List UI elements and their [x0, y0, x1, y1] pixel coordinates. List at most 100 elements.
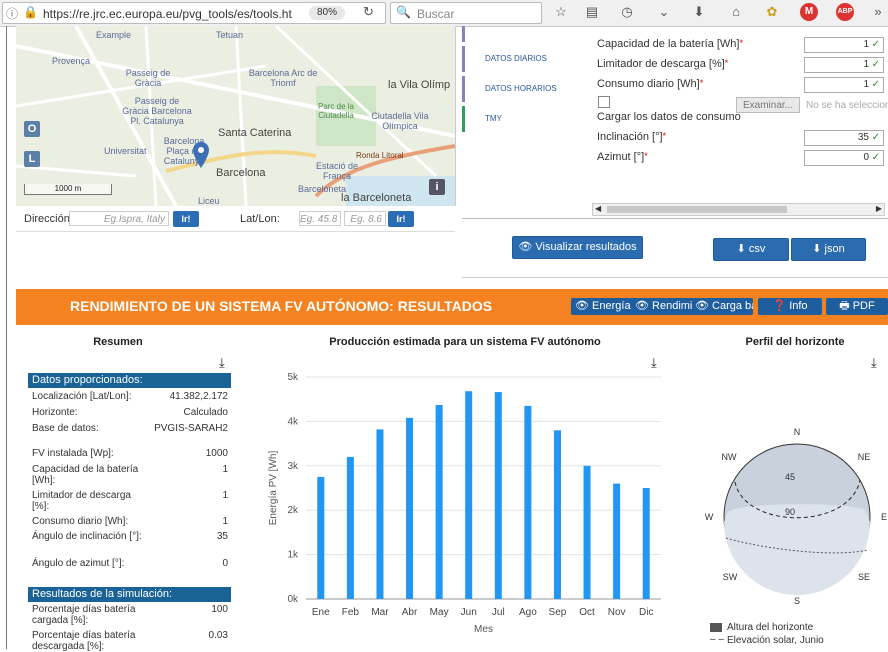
summary-title: Resumen: [93, 336, 143, 348]
map-label: Liceu: [198, 196, 220, 206]
browse-button[interactable]: Examinar...: [736, 97, 800, 113]
consumption-field[interactable]: 1 ✓: [804, 77, 884, 93]
lon-input[interactable]: Eg. 8.6: [344, 211, 386, 226]
dir-se: SE: [858, 572, 870, 582]
tab-previous[interactable]: [462, 26, 574, 42]
latlon-go-button[interactable]: Ir!: [388, 211, 414, 227]
azimuth-label: Azimut [°]*: [597, 151, 648, 163]
bar-jun: [465, 391, 473, 599]
overflow-icon[interactable]: »: [869, 3, 887, 21]
discharge-value: 1: [863, 59, 869, 70]
tab-rendimiento[interactable]: 👁 Rendimi: [633, 298, 695, 315]
ring-45-label: 45: [785, 472, 795, 482]
info-icon[interactable]: ⓘ: [6, 5, 18, 22]
map[interactable]: Example Tetuan Provença Passeig de Gràci…: [16, 26, 456, 206]
battery-label: Capacidad de la batería [Wh]*: [597, 38, 743, 50]
scroll-left-icon[interactable]: ◀: [595, 204, 601, 213]
url-bar[interactable]: ⓘ 🔒 https://re.jrc.ec.europa.eu/pvg_tool…: [2, 2, 386, 24]
bar-ago: [524, 405, 532, 599]
legend-horizon-label: Altura del horizonte: [727, 622, 814, 633]
bar-feb: [346, 456, 354, 599]
gmail-icon[interactable]: M: [800, 3, 818, 21]
summary-value: 1: [222, 464, 228, 475]
map-label: Universitat: [104, 146, 147, 156]
load-consumption-label: Cargar los datos de consumo: [597, 111, 741, 123]
azimuth-field[interactable]: 0 ✓: [804, 150, 884, 166]
tilt-value: 35: [857, 132, 869, 143]
reader-icon[interactable]: ▤: [583, 3, 601, 21]
latlon-label: Lat/Lon:: [240, 213, 280, 225]
download-icon[interactable]: ⬇: [690, 3, 708, 21]
bar-mar: [376, 429, 384, 599]
map-label: Passeig de Gràcia Barcelona Pl. Cataluny…: [122, 96, 192, 126]
map-label: Santa Caterina: [218, 127, 292, 139]
load-consumption-checkbox[interactable]: [598, 96, 610, 108]
lat-input[interactable]: Eg. 45.8: [299, 211, 341, 226]
download-csv-button[interactable]: ⬇ csv: [713, 238, 789, 261]
y-axis-title: Energía PV [Wh]: [268, 451, 279, 526]
download-icon[interactable]: ⤓: [871, 355, 877, 371]
summary-key: Localización [Lat/Lon]:: [32, 391, 132, 402]
map-info-button[interactable]: i: [429, 179, 445, 195]
tab-energia[interactable]: 👁 Energía: [571, 298, 637, 315]
map-label: Barceloneta: [298, 184, 347, 194]
scrollbar-thumb[interactable]: [607, 206, 787, 213]
visualize-results-button[interactable]: 👁 Visualizar resultados: [512, 236, 643, 259]
map-label: la Vila Olímp: [388, 79, 451, 91]
download-icon[interactable]: ⤓: [219, 355, 225, 371]
dir-nw: NW: [722, 452, 737, 462]
x-tick-label: Mar: [371, 607, 389, 618]
history-icon[interactable]: ◷: [618, 3, 636, 21]
zoom-level[interactable]: 80%: [309, 6, 345, 20]
eye-icon: 👁: [575, 300, 593, 312]
discharge-field[interactable]: 1 ✓: [804, 57, 884, 73]
adblock-icon[interactable]: ABP: [836, 3, 854, 21]
browser-toolbar: ⓘ 🔒 https://re.jrc.ec.europa.eu/pvg_tool…: [0, 0, 888, 27]
tab-carga-bateria[interactable]: 👁 Carga ba: [693, 298, 753, 315]
horizon-polar-chart: N NE E SE S SW W NW 45 90: [705, 427, 887, 606]
tab-tmy[interactable]: TMY: [462, 106, 574, 132]
x-tick-label: Dic: [639, 607, 653, 618]
map-marker-icon[interactable]: [192, 141, 210, 169]
summary-key: Ángulo de inclinación [°]:: [32, 531, 142, 542]
scroll-right-icon[interactable]: ▶: [876, 204, 882, 213]
map-button-o[interactable]: O: [24, 121, 40, 137]
battery-field[interactable]: 1 ✓: [804, 37, 884, 53]
pdf-button[interactable]: 🖶 PDF: [826, 298, 888, 315]
search-icon: 🔍: [396, 5, 411, 19]
map-button-l[interactable]: L: [24, 151, 40, 167]
bar-jul: [494, 392, 502, 599]
y-tick-label: 0k: [287, 594, 299, 605]
horizontal-scrollbar[interactable]: ◀ ▶: [592, 203, 885, 216]
x-tick-label: Ago: [519, 607, 537, 618]
dir-w: W: [705, 512, 714, 522]
summary-key: Porcentaje días batería cargada [%]:: [32, 604, 136, 626]
dir-n: N: [794, 427, 801, 437]
tab-datos-horarios[interactable]: DATOS HORARIOS: [462, 76, 574, 102]
search-input[interactable]: 🔍 Buscar: [390, 2, 542, 24]
provided-data-heading: Datos proporcionados:: [28, 373, 231, 388]
results-title: RENDIMIENTO DE UN SISTEMA FV AUTÓNOMO: R…: [70, 298, 493, 314]
reload-icon[interactable]: ↻: [363, 4, 374, 20]
pocket-icon[interactable]: ⌄: [655, 3, 673, 21]
address-input[interactable]: Eg.Ispra, Italy: [69, 211, 169, 226]
legend-solar-swatch: – –: [710, 634, 724, 645]
tab-datos-diarios[interactable]: DATOS DIARIOS: [462, 46, 574, 72]
simulation-results-heading: Resultados de la simulación:: [28, 587, 231, 602]
map-label: Barcelona: [216, 167, 266, 179]
summary-key: Capacidad de la batería [Wh]:: [32, 464, 139, 486]
home-icon[interactable]: ⌂: [727, 3, 745, 21]
search-placeholder: Buscar: [417, 7, 455, 21]
download-json-button[interactable]: ⬇ json: [791, 238, 866, 261]
map-label: Barcelona Arc de Triomf: [248, 68, 318, 88]
summary-value: 100: [211, 604, 228, 615]
summary-value: 1: [222, 516, 228, 527]
bar-nov: [613, 483, 621, 599]
info-button[interactable]: ❓ Info: [758, 298, 822, 315]
address-go-button[interactable]: Ir!: [173, 211, 199, 227]
extension-icon[interactable]: ✿: [763, 3, 781, 21]
star-icon[interactable]: ☆: [552, 3, 570, 21]
lock-icon: 🔒: [23, 5, 38, 19]
tilt-field[interactable]: 35 ✓: [804, 130, 884, 146]
y-tick-label: 3k: [287, 461, 299, 472]
